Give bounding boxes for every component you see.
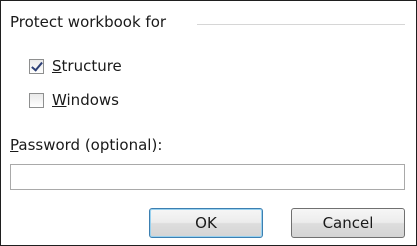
structure-checkbox[interactable] <box>29 58 44 74</box>
protect-workbook-dialog: Protect workbook for Structure Windows P… <box>0 0 417 246</box>
windows-checkbox[interactable] <box>29 92 44 108</box>
windows-option[interactable]: Windows <box>29 90 119 110</box>
structure-label[interactable]: Structure <box>52 57 122 75</box>
windows-label[interactable]: Windows <box>52 91 119 109</box>
password-label: Password (optional): <box>10 136 163 154</box>
structure-option[interactable]: Structure <box>29 56 122 76</box>
password-input[interactable] <box>10 164 405 190</box>
ok-button[interactable]: OK <box>149 208 263 238</box>
group-divider <box>197 24 405 25</box>
cancel-button[interactable]: Cancel <box>291 208 405 238</box>
group-title: Protect workbook for <box>10 13 167 31</box>
